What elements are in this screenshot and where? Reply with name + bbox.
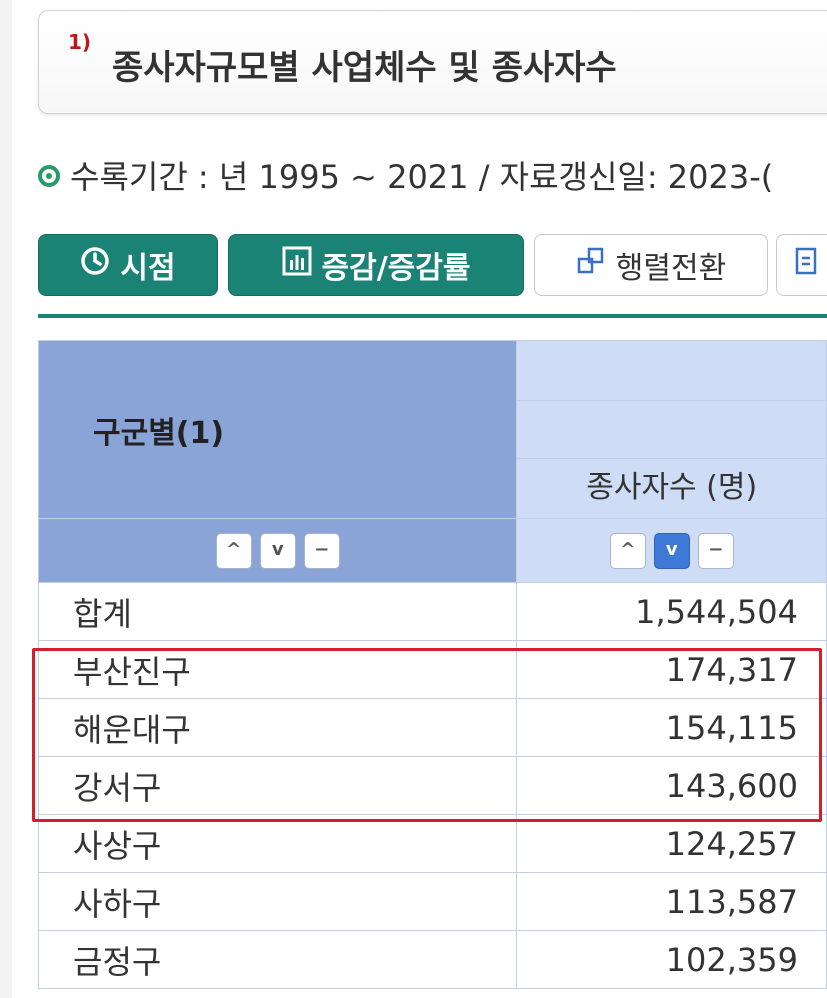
row-header: 구군별(1) bbox=[37, 340, 518, 519]
collection-period: 수록기간 : 년 1995 ~ 2021 / 자료갱신일: 2023-( bbox=[38, 152, 773, 198]
value-cell: 113,587 bbox=[516, 872, 827, 931]
change-rate-label: 증감/증감률 bbox=[321, 251, 471, 286]
value-cell: 124,257 bbox=[516, 814, 827, 873]
time-point-label: 시점 bbox=[120, 251, 176, 286]
table-row: 금정구 102,359 bbox=[37, 930, 827, 989]
value-cell: 1,544,504 bbox=[516, 582, 827, 641]
left-gutter bbox=[0, 0, 12, 998]
bullet-icon bbox=[38, 165, 60, 187]
value-cell: 143,600 bbox=[516, 756, 827, 815]
data-table: 구군별(1) 종사자수 (명) ^ v − ^ v − 합계 1,544,504 부산진… bbox=[37, 340, 827, 989]
column-header-blank-2 bbox=[516, 400, 827, 459]
bar-chart-icon bbox=[282, 246, 312, 284]
tool-icon bbox=[793, 246, 819, 284]
column-sort-controls: ^ v − bbox=[516, 518, 827, 583]
column-header-blank-1 bbox=[516, 340, 827, 401]
sort-desc-button[interactable]: v bbox=[653, 532, 690, 569]
table-row: 부산진구 174,317 bbox=[37, 640, 827, 699]
table-row: 사상구 124,257 bbox=[37, 814, 827, 873]
sort-desc-button[interactable]: v bbox=[259, 532, 296, 569]
row-header-sort-controls: ^ v − bbox=[37, 518, 518, 583]
value-cell: 174,317 bbox=[516, 640, 827, 699]
region-cell: 사하구 bbox=[37, 872, 518, 931]
region-cell: 금정구 bbox=[37, 930, 518, 989]
sort-asc-button[interactable]: ^ bbox=[609, 532, 646, 569]
more-tool-button[interactable] bbox=[776, 234, 827, 296]
region-cell: 강서구 bbox=[37, 756, 518, 815]
period-text: 수록기간 : 년 1995 ~ 2021 / 자료갱신일: 2023-( bbox=[70, 158, 774, 196]
row-header-label: 구군별(1) bbox=[93, 415, 225, 451]
value-cell: 154,115 bbox=[516, 698, 827, 757]
region-cell: 부산진구 bbox=[37, 640, 518, 699]
value-cell: 102,359 bbox=[516, 930, 827, 989]
pivot-label: 행렬전환 bbox=[615, 251, 727, 286]
table-row: 합계 1,544,504 bbox=[37, 582, 827, 641]
column-header: 종사자수 (명) bbox=[516, 458, 827, 519]
region-cell: 합계 bbox=[37, 582, 518, 641]
table-row: 강서구 143,600 bbox=[37, 756, 827, 815]
table-row: 해운대구 154,115 bbox=[37, 698, 827, 757]
sort-none-button[interactable]: − bbox=[697, 532, 734, 569]
column-header-label: 종사자수 (명) bbox=[586, 470, 758, 505]
sort-asc-button[interactable]: ^ bbox=[215, 532, 252, 569]
table-row: 사하구 113,587 bbox=[37, 872, 827, 931]
pivot-button[interactable]: 행렬전환 bbox=[534, 234, 768, 296]
region-cell: 해운대구 bbox=[37, 698, 518, 757]
change-rate-button[interactable]: 증감/증감률 bbox=[228, 234, 524, 296]
toolbar-divider bbox=[38, 314, 827, 318]
page-title: 종사자규모별 사업체수 및 종사자수 bbox=[112, 48, 617, 88]
time-point-button[interactable]: 시점 bbox=[38, 234, 218, 296]
title-superscript: 1) bbox=[68, 30, 92, 54]
clock-icon bbox=[80, 246, 110, 284]
sort-none-button[interactable]: − bbox=[303, 532, 340, 569]
region-cell: 사상구 bbox=[37, 814, 518, 873]
pivot-icon bbox=[576, 246, 606, 284]
